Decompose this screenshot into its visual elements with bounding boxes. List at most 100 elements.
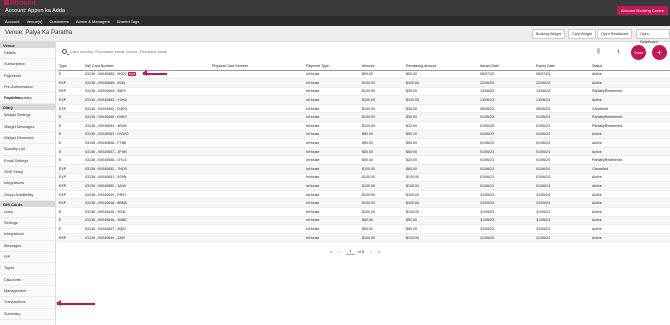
sidebar-item-email-settings[interactable]: Email Settings [0,156,55,167]
cell-remaining-amount-text: $100.00 [406,80,419,85]
cell-nw-card-number: 03136 - 00040649 - PR97 [84,190,211,200]
col-nw-card-number[interactable]: NW Card Number [84,63,211,71]
col-status[interactable]: Status [591,63,670,71]
sidebar-item-standby-list[interactable]: Standby List [0,144,55,156]
cell-expiry-date: 01/06/24 [535,147,591,157]
sidebar-item-details[interactable]: Details [0,48,55,60]
last-page-icon[interactable]: » [378,249,380,254]
download-icon[interactable]: ⭳ [611,45,626,60]
sidebar-item-gift-integrations[interactable]: Integrations [0,229,55,241]
table-row[interactable]: EXP 03136 - 00040662 - D3KQ InHouse $100.00… [58,104,670,114]
page-input[interactable] [345,247,355,255]
col-physical-card-number[interactable]: Physical Card Number [211,63,305,71]
sidebar-item-preauth-payments[interactable]: Pre-Authorisation Payments [0,82,55,100]
columns-icon[interactable]: ⫼ [591,45,606,60]
search-input[interactable] [70,47,200,56]
cell-expiry-date-text: 01/06/24 [536,175,550,180]
cell-physical-card-number [211,224,305,234]
col-type[interactable]: Type [58,63,84,71]
sidebar-item-transactions[interactable]: Transactions [0,297,55,309]
booking-widget-button[interactable]: Booking Widget [532,29,566,39]
col-expiry-date[interactable]: Expiry Date [535,63,591,71]
cell-issued-date: 22/06/23 [479,78,535,88]
first-page-icon[interactable]: « [330,249,332,254]
table-row[interactable]: EXP 03136 - 00040651 - 5S9N InHouse $100.00… [58,173,670,183]
cell-type-text: EXP [59,184,67,189]
table-row[interactable]: EXP 03136 - 00040665 - 5S8L InHouse $100.00… [58,78,670,88]
table-row[interactable]: E 03136 - 00040646 - 3NBE InHouse $50.00 $50… [58,216,670,226]
col-payment-type[interactable]: Payment Type [305,63,361,71]
sidebar-item-summary[interactable]: Summary [0,309,55,320]
table-row[interactable]: EXP 03136 - 00040664 - 99E9 InHouse $100.00… [58,87,670,97]
table-row[interactable]: EXP 03136 - 00040663 - YOK6 InHouse $100.00… [58,95,670,105]
open-dashboard-button[interactable]: Open Dashboard [636,29,670,44]
table-row[interactable]: EXP 03136 - 00040648 - 8BM5 InHouse $100.00… [58,198,670,208]
table-row[interactable]: E 03136 - 00040657 - 2F9M InHouse $50.00 $50… [58,147,670,157]
table-row[interactable]: E 03136 - 00040654 - 4BXD InHouse $100.00 $3… [58,121,670,131]
sidebar-item-sms-setup[interactable]: SMS Setup [0,167,55,179]
sidebar-item-subscription[interactable]: Subscription [0,59,55,71]
nav-account[interactable]: Account [5,19,19,24]
cell-status-text: Active [592,209,602,214]
sidebar-item-integrations[interactable]: Integrations [0,178,55,190]
next-page-icon[interactable]: › [370,249,371,254]
sidebar-item-management[interactable]: Management [0,286,55,298]
sidebar-item-widget-generator[interactable]: Widget Generator [0,133,55,145]
col-issued-date[interactable]: Issued Date [479,63,535,71]
nav-admin-managers[interactable]: Admin & Managers [76,19,110,24]
table-row[interactable]: E 03136 - 00040647 - 9QEJ InHouse $50.00 $50… [58,224,670,234]
nav-venues[interactable]: Venue(s) [26,19,42,24]
prev-page-icon[interactable]: ‹ [338,249,339,254]
sidebar-item-links[interactable]: Links [0,207,55,219]
cell-status: Active [591,216,670,226]
table-row[interactable]: E 03136 - 00040658 - F7B6 InHouse $50.00 $50… [58,138,670,148]
cell-issued-date-text: 01/06/23 [480,166,494,171]
cell-nw-card-number-text: 03136 - 00040648 - 8BM5 [85,201,127,206]
sidebar-item-pip[interactable]: PIP [0,252,55,264]
table-row[interactable]: E 03136 - 00040653 - DVWO InHouse $50.00 $50… [58,130,670,140]
sidebar-item-types[interactable]: Types [0,263,55,275]
table-row[interactable]: EXP 03136 - 00040649 - PR97 InHouse $100.00… [58,190,670,200]
table-row[interactable]: E 03136 - 00040655 - D9KS InHouse $100.00 $3… [58,112,670,123]
table-row[interactable]: EXP 03136 - 00040652 - 7HDS InHouse $100.00… [58,164,670,174]
table-row[interactable]: EXP 03136 - 00040644 - 33IB InHouse $100.00… [58,233,670,243]
table-row[interactable]: E 03136 - 00040656 - GYL5 InHouse $50.00 $20… [58,155,670,166]
cell-expiry-date-text: 13/06/24 [536,89,550,94]
cell-type-text: EXP [59,235,67,240]
cell-status-text: Active [592,235,602,240]
sidebar-item-widget-messages[interactable]: Widget Messages [0,122,55,134]
done-button[interactable]: Done [631,45,646,60]
add-icon[interactable]: + [652,45,667,60]
cell-expiry-date-text: 22/06/24 [536,80,550,85]
open-restaurant-button[interactable]: Open Restaurant [597,29,633,39]
sidebar-item-widget-settings[interactable]: Widget Settings [0,110,55,122]
sidebar-item-settings[interactable]: Settings [0,218,55,230]
cell-expiry-date-text: 01/06/24 [536,166,550,171]
card-widget-button[interactable]: Card Widget [568,29,596,39]
table-row[interactable]: EXP 03136 - 00040650 - 3A49 InHouse $100.00… [58,181,670,191]
booking-centre-button[interactable]: Account Booking Centre [616,6,668,15]
col-remaining-amount[interactable]: Remaining Amount [405,63,479,71]
nav-customers[interactable]: Customers [49,19,68,24]
cell-physical-card-number [211,207,305,217]
cell-expiry-date: 31/05/24 [535,190,591,200]
sidebar-item-email-templates[interactable]: Email Templates [0,93,55,105]
sidebar-item-payments[interactable]: Payments [0,71,55,82]
cell-issued-date: 31/05/23 [479,233,535,243]
nav-shared-tags[interactable]: Shared Tags [117,19,139,24]
cell-expiry-date-text: 31/05/24 [536,235,550,240]
cell-expiry-date-text: 01/06/24 [536,184,550,189]
cell-issued-date: 01/06/23 [479,112,535,123]
cell-type: EXP [58,95,84,105]
cell-amount-text: $100.00 [362,209,375,214]
sidebar-item-group-availability[interactable]: Group Availability [0,190,55,201]
table-row[interactable]: E 03136 - 00040645 - 9G4L InHouse $100.00 $1… [58,207,670,217]
sidebar-item-messages[interactable]: Messages [0,241,55,253]
sidebar-item-discounts[interactable]: Discounts [0,275,55,286]
cell-issued-date-text: 13/06/23 [480,98,494,103]
cell-amount-text: $100.00 [362,166,375,171]
cell-expiry-date: 08/06/24 [535,104,591,114]
cell-status-text: Active [592,201,602,206]
cell-remaining-amount: $100.00 [405,233,479,243]
col-amount[interactable]: Amount [361,63,405,71]
